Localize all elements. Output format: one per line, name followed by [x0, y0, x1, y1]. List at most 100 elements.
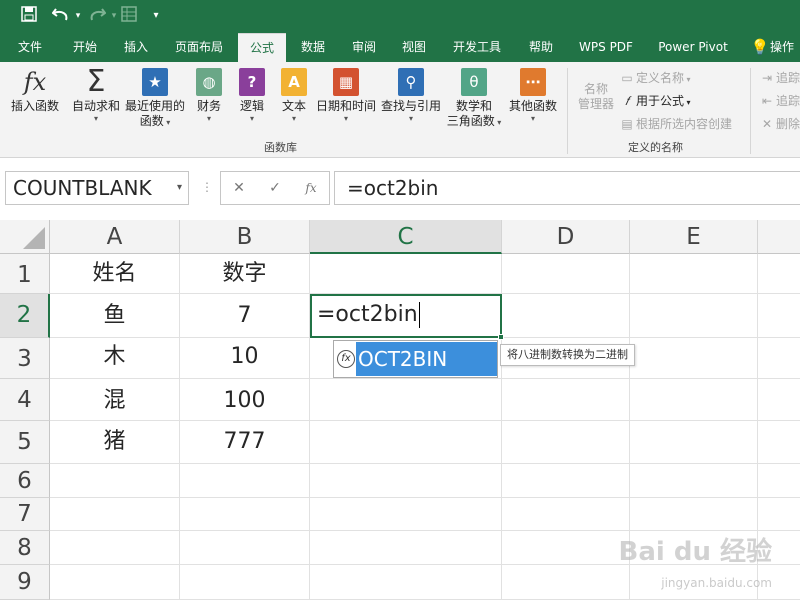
formula-bar-resize-handle[interactable]: ⋮ [201, 180, 213, 194]
use-in-formula-button[interactable]: 𝑓 用于公式 ▾ [620, 93, 690, 111]
tab-power-pivot[interactable]: Power Pivot [650, 33, 736, 62]
cell-a5[interactable]: 猪 [50, 421, 180, 464]
tab-home[interactable]: 开始 [62, 33, 108, 62]
row-header-9[interactable]: 9 [0, 565, 50, 600]
cell-f6[interactable] [758, 464, 800, 498]
save-icon[interactable] [18, 6, 40, 27]
undo-dropdown-icon[interactable]: ▾ [72, 6, 84, 26]
cell-c5[interactable] [310, 421, 502, 464]
cell-c7[interactable] [310, 498, 502, 531]
cell-f2[interactable] [758, 294, 800, 338]
cell-c9[interactable] [310, 565, 502, 600]
cell-d7[interactable] [502, 498, 630, 531]
cell-b1[interactable]: 数字 [180, 254, 310, 294]
cell-f7[interactable] [758, 498, 800, 531]
row-header-4[interactable]: 4 [0, 379, 50, 421]
insert-function-icon[interactable]: fx [293, 172, 329, 204]
fill-handle[interactable] [498, 334, 504, 340]
lookup-reference-button[interactable]: ⚲ 查找与引用 ▾ [380, 68, 442, 123]
cell-d1[interactable] [502, 254, 630, 294]
math-trig-button[interactable]: θ 数学和 三角函数 ▾ [444, 68, 504, 130]
cell-d6[interactable] [502, 464, 630, 498]
cell-e2[interactable] [630, 294, 758, 338]
cell-d4[interactable] [502, 379, 630, 421]
customize-quick-access-icon[interactable]: ▾ [148, 6, 164, 26]
recently-used-button[interactable]: ★ 最近使用的 函数 ▾ [124, 68, 186, 130]
cell-d2[interactable] [502, 294, 630, 338]
name-box[interactable]: COUNTBLANK ▾ [5, 171, 189, 205]
cell-a4[interactable]: 混 [50, 379, 180, 421]
tab-tell-me[interactable]: 操作 [770, 33, 800, 62]
cell-f3[interactable] [758, 338, 800, 379]
row-header-5[interactable]: 5 [0, 421, 50, 464]
cancel-icon[interactable]: ✕ [221, 172, 257, 204]
cell-b5[interactable]: 777 [180, 421, 310, 464]
cell-d9[interactable] [502, 565, 630, 600]
tab-review[interactable]: 审阅 [344, 33, 384, 62]
more-functions-button[interactable]: ⋯ 其他函数 ▾ [506, 68, 560, 123]
tab-insert[interactable]: 插入 [114, 33, 158, 62]
column-header-e[interactable]: E [630, 220, 758, 254]
formula-input[interactable]: =oct2bin [334, 171, 800, 205]
cell-a2[interactable]: 鱼 [50, 294, 180, 338]
column-header-b[interactable]: B [180, 220, 310, 254]
row-header-7[interactable]: 7 [0, 498, 50, 531]
cell-f1[interactable] [758, 254, 800, 294]
financial-button[interactable]: ◍ 财务 ▾ [190, 68, 228, 123]
select-all-button[interactable] [0, 220, 50, 254]
cell-e5[interactable] [630, 421, 758, 464]
cell-b3[interactable]: 10 [180, 338, 310, 379]
cell-c8[interactable] [310, 531, 502, 565]
tab-file[interactable]: 文件 [8, 33, 52, 62]
row-header-6[interactable]: 6 [0, 464, 50, 498]
tab-wps-pdf[interactable]: WPS PDF [572, 33, 640, 62]
autosum-button[interactable]: Σ 自动求和 ▾ [70, 67, 122, 124]
cell-a7[interactable] [50, 498, 180, 531]
insert-function-button[interactable]: fx 插入函数 [6, 68, 64, 114]
cell-c6[interactable] [310, 464, 502, 498]
cell-f5[interactable] [758, 421, 800, 464]
cell-e3[interactable] [630, 338, 758, 379]
tab-page-layout[interactable]: 页面布局 [168, 33, 230, 62]
cell-e4[interactable] [630, 379, 758, 421]
cell-d8[interactable] [502, 531, 630, 565]
cell-e6[interactable] [630, 464, 758, 498]
lightbulb-icon[interactable]: 💡 [748, 33, 772, 62]
row-header-2[interactable]: 2 [0, 294, 50, 338]
tab-developer[interactable]: 开发工具 [444, 33, 510, 62]
cell-e7[interactable] [630, 498, 758, 531]
active-cell-c2[interactable]: =oct2bin [310, 294, 504, 340]
tab-help[interactable]: 帮助 [520, 33, 562, 62]
cell-f4[interactable] [758, 379, 800, 421]
date-time-button[interactable]: ▦ 日期和时间 ▾ [314, 68, 378, 123]
undo-icon[interactable] [50, 6, 72, 27]
cell-b7[interactable] [180, 498, 310, 531]
enter-check-icon[interactable]: ✓ [257, 172, 293, 204]
tab-formulas[interactable]: 公式 [238, 33, 286, 62]
text-button[interactable]: A 文本 ▾ [275, 68, 313, 123]
cell-a3[interactable]: 木 [50, 338, 180, 379]
autocomplete-item-oct2bin[interactable]: fx OCT2BIN [335, 342, 497, 376]
row-header-8[interactable]: 8 [0, 531, 50, 565]
tab-data[interactable]: 数据 [292, 33, 334, 62]
cell-c4[interactable] [310, 379, 502, 421]
cell-b9[interactable] [180, 565, 310, 600]
column-header-c[interactable]: C [310, 220, 502, 254]
cell-d5[interactable] [502, 421, 630, 464]
tab-view[interactable]: 视图 [394, 33, 434, 62]
column-header-a[interactable]: A [50, 220, 180, 254]
column-header-d[interactable]: D [502, 220, 630, 254]
cell-b8[interactable] [180, 531, 310, 565]
cell-a9[interactable] [50, 565, 180, 600]
cell-a6[interactable] [50, 464, 180, 498]
cell-b4[interactable]: 100 [180, 379, 310, 421]
logical-button[interactable]: ? 逻辑 ▾ [233, 68, 271, 123]
row-header-1[interactable]: 1 [0, 254, 50, 294]
cell-e1[interactable] [630, 254, 758, 294]
row-header-3[interactable]: 3 [0, 338, 50, 379]
cell-a1[interactable]: 姓名 [50, 254, 180, 294]
cell-b6[interactable] [180, 464, 310, 498]
cell-c1[interactable] [310, 254, 502, 294]
cell-b2[interactable]: 7 [180, 294, 310, 338]
column-header-f[interactable] [758, 220, 800, 254]
